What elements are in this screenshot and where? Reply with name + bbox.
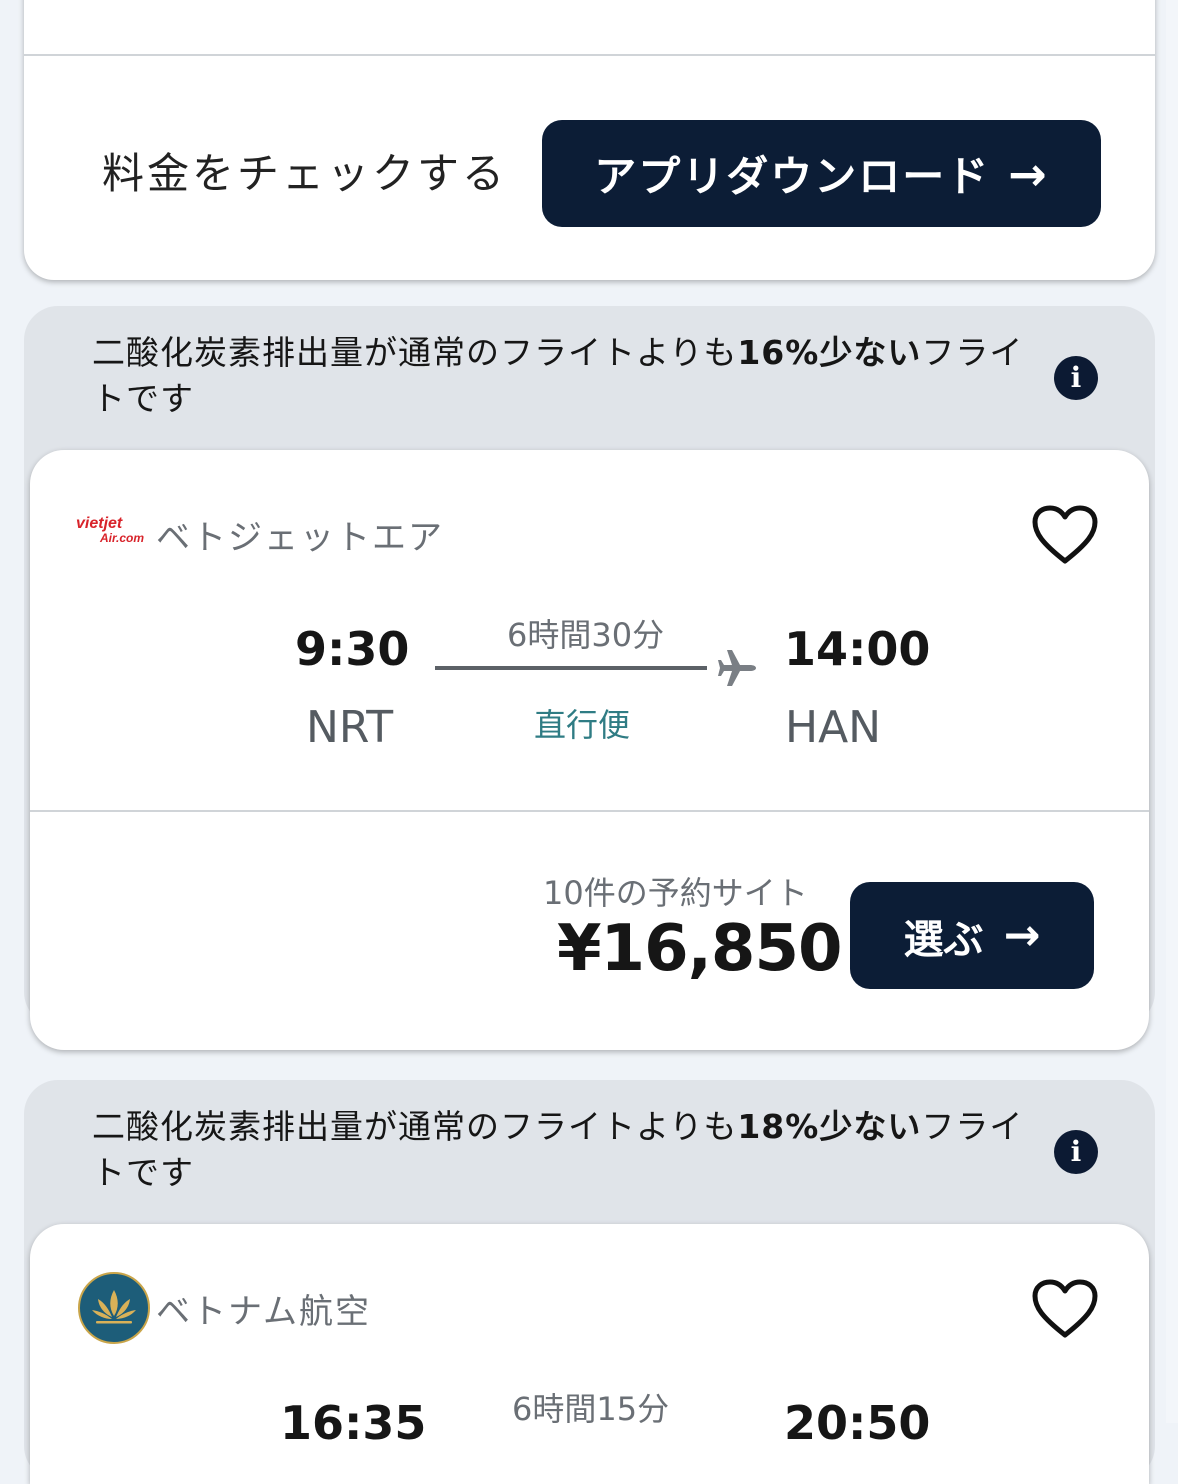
app-download-button[interactable]: アプリダウンロード →: [542, 120, 1101, 227]
eco-message: 二酸化炭素排出量が通常のフライトよりも18%少ないフライトです: [92, 1107, 1024, 1192]
arrow-right-icon: →: [1003, 910, 1041, 961]
eco-highlight: 16%少ない: [737, 333, 922, 372]
arrive-airport: HAN: [785, 702, 882, 753]
scrollbar-track[interactable]: [1166, 0, 1178, 1423]
depart-time: 16:35: [280, 1396, 427, 1450]
depart-airport: NRT: [306, 702, 394, 753]
heart-outline-icon[interactable]: [1032, 1279, 1098, 1339]
depart-time: 9:30: [295, 622, 410, 676]
info-icon[interactable]: i: [1054, 356, 1098, 400]
eco-highlight: 18%少ない: [737, 1107, 922, 1146]
promo-divider: [24, 54, 1155, 56]
flight-duration: 6時間15分: [512, 1390, 670, 1428]
vietjet-logo: vietjet Air.com: [76, 515, 145, 546]
eco-message: 二酸化炭素排出量が通常のフライトよりも16%少ないフライトです: [92, 333, 1024, 418]
info-icon[interactable]: i: [1054, 1130, 1098, 1174]
select-button[interactable]: 選ぶ →: [850, 882, 1094, 989]
heart-outline-icon[interactable]: [1032, 505, 1098, 565]
provider-count: 10件の予約サイト: [543, 874, 808, 912]
arrow-right-icon: →: [1008, 146, 1049, 201]
stops-label: 直行便: [534, 706, 631, 744]
select-label: 選ぶ: [903, 916, 984, 963]
plane-icon: [718, 650, 756, 686]
promo-card: 料金をチェックする アプリダウンロード →: [24, 0, 1155, 280]
airline-name: ベトジェットエア: [156, 518, 444, 558]
flight-duration: 6時間30分: [507, 616, 665, 654]
flight-card[interactable]: vietjet Air.com ベトジェットエア 9:30 NRT 6時間30分…: [30, 450, 1149, 1050]
vietnam-airlines-logo: [78, 1272, 150, 1344]
flight-card[interactable]: ベトナム航空 16:35 6時間15分 20:50: [30, 1224, 1149, 1484]
check-price-label: 料金をチェックする: [102, 149, 508, 198]
arrive-time: 20:50: [784, 1396, 931, 1450]
app-download-label: アプリダウンロード: [594, 152, 991, 201]
airline-name: ベトナム航空: [156, 1292, 371, 1332]
price: ¥16,850: [557, 912, 842, 986]
arrive-time: 14:00: [784, 622, 931, 676]
card-divider: [30, 810, 1149, 812]
route-line: [435, 666, 707, 670]
